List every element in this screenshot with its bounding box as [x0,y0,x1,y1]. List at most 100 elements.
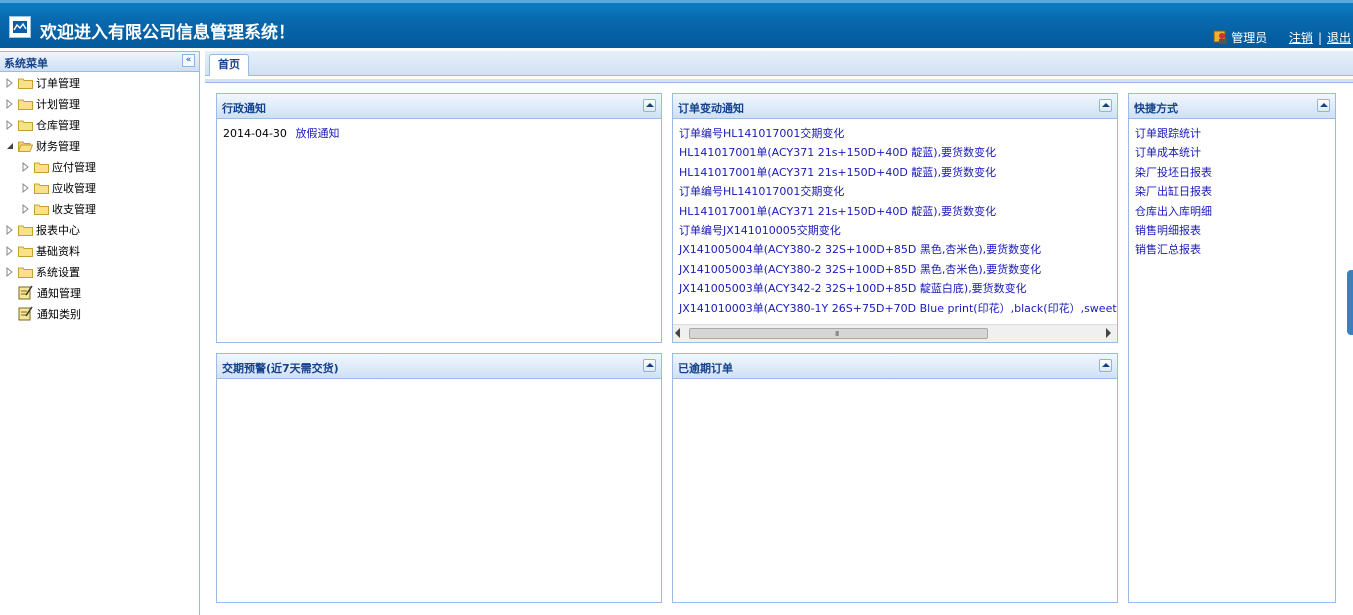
collapse-up-icon[interactable] [1317,99,1330,112]
scroll-right-arrow-icon[interactable] [1106,328,1111,338]
list-item[interactable]: JX141005003单(ACY342-2 32S+100D+85D 靛蓝白底)… [679,279,1117,298]
scrollbar-grip: III [835,330,839,338]
list-item[interactable]: 染厂出缸日报表 [1135,182,1335,201]
scroll-left-arrow-icon[interactable] [675,328,680,338]
shortcut-link[interactable]: 销售汇总报表 [1135,243,1201,256]
portlet-header: 已逾期订单 [673,354,1117,379]
collapse-up-icon[interactable] [1099,359,1112,372]
order-change-link[interactable]: 订单编号JX141010005交期变化 [679,224,841,237]
sidebar: 系统菜单 « 订单管理 计划管理 仓库管理 财务管理 应付管理 应收管理 收支管… [0,51,200,615]
exit-link[interactable]: 退出 [1327,31,1351,45]
collapse-arrow-icon[interactable] [5,141,15,151]
shortcut-link[interactable]: 销售明细报表 [1135,224,1201,237]
portlet-header: 行政通知 [217,94,661,119]
portlet-header: 订单变动通知 [673,94,1117,119]
list-item[interactable]: 订单成本统计 [1135,143,1335,162]
folder-icon [18,120,33,131]
list-item[interactable]: JX141010003单(ACY380-1Y 26S+75D+70D Blue … [679,299,1117,318]
list-item[interactable]: JX141005003单(ACY380-2 32S+100D+85D 黑色,杏米… [679,260,1117,279]
user-icon [1213,29,1229,48]
list-item[interactable]: 仓库出入库明细 [1135,202,1335,221]
order-change-link[interactable]: HL141017001单(ACY371 21s+150D+40D 靛蓝),要货数… [679,146,996,159]
order-change-link[interactable]: 订单编号HL141017001交期变化 [679,127,844,140]
tree-item-plan[interactable]: 计划管理 [0,93,199,114]
sidebar-header: 系统菜单 « [0,51,199,72]
portlet-overdue-orders: 已逾期订单 [672,353,1118,603]
tree-item-system-settings[interactable]: 系统设置 [0,261,199,282]
order-change-list: 订单编号HL141017001交期变化 HL141017001单(ACY371 … [673,119,1117,318]
folder-icon [18,246,33,257]
shortcut-link[interactable]: 染厂出缸日报表 [1135,185,1212,198]
expand-arrow-icon[interactable] [5,266,15,277]
current-user-label: 管理员 [1231,31,1268,45]
tree-item-finance[interactable]: 财务管理 [0,135,199,156]
menu-tree: 订单管理 计划管理 仓库管理 财务管理 应付管理 应收管理 收支管理 报表中心 … [0,72,199,324]
window-edge-handle[interactable] [1347,270,1353,335]
folder-icon [18,267,33,278]
tab-home[interactable]: 首页 [209,54,249,76]
list-item[interactable]: 销售明细报表 [1135,221,1335,240]
folder-icon [34,162,49,173]
expand-arrow-icon[interactable] [5,98,15,109]
header-user-area: 管理员 注销 | 退出 [1213,29,1351,48]
list-item: 2014-04-30 放假通知 [223,124,661,143]
portlet-title: 已逾期订单 [678,362,733,375]
logout-link[interactable]: 注销 [1289,31,1313,45]
order-change-link[interactable]: JX141005003单(ACY380-2 32S+100D+85D 黑色,杏米… [679,263,1041,276]
expand-arrow-icon[interactable] [5,119,15,130]
tree-item-notice-category[interactable]: 通知类别 [0,303,199,324]
tree-item-receivable[interactable]: 应收管理 [0,177,199,198]
expand-arrow-icon[interactable] [21,203,31,214]
tree-item-warehouse[interactable]: 仓库管理 [0,114,199,135]
list-item[interactable]: 订单跟踪统计 [1135,124,1335,143]
list-item[interactable]: 订单编号HL141017001交期变化 [679,182,1117,201]
list-item[interactable]: 销售汇总报表 [1135,240,1335,259]
list-item[interactable]: 订单编号JX141010005交期变化 [679,221,1117,240]
tree-item-reports[interactable]: 报表中心 [0,219,199,240]
expand-arrow-icon[interactable] [5,77,15,88]
tree-item-label: 仓库管理 [36,118,80,132]
tree-item-label: 订单管理 [36,76,80,90]
order-change-link[interactable]: HL141017001单(ACY371 21s+150D+40D 靛蓝),要货数… [679,205,996,218]
expand-arrow-icon[interactable] [5,224,15,235]
order-change-link[interactable]: 订单编号HL141017001交期变化 [679,185,844,198]
tree-item-order[interactable]: 订单管理 [0,72,199,93]
order-change-link[interactable]: JX141005003单(ACY342-2 32S+100D+85D 靛蓝白底)… [679,282,1027,295]
order-change-link[interactable]: HL141017001单(ACY371 21s+150D+40D 靛蓝),要货数… [679,166,996,179]
portlet-title: 行政通知 [222,102,266,115]
tree-item-basic-data[interactable]: 基础资料 [0,240,199,261]
portlet-order-change: 订单变动通知 订单编号HL141017001交期变化 HL141017001单(… [672,93,1118,343]
expand-arrow-icon[interactable] [5,245,15,256]
order-change-link[interactable]: JX141005004单(ACY380-2 32S+100D+85D 黑色,杏米… [679,243,1041,256]
app-title: 欢迎进入有限公司信息管理系统！ [40,23,295,43]
list-item[interactable]: 订单编号HL141017001交期变化 [679,124,1117,143]
shortcut-link[interactable]: 订单成本统计 [1135,146,1201,159]
shortcut-link[interactable]: 染厂投坯日报表 [1135,166,1212,179]
tree-item-payable[interactable]: 应付管理 [0,156,199,177]
shortcut-link[interactable]: 订单跟踪统计 [1135,127,1201,140]
tree-item-income-expense[interactable]: 收支管理 [0,198,199,219]
list-item[interactable]: HL141017001单(ACY371 21s+150D+40D 靛蓝),要货数… [679,163,1117,182]
portlet-delivery-warning: 交期预警(近7天需交货) [216,353,662,603]
shortcut-link[interactable]: 仓库出入库明细 [1135,205,1212,218]
tree-item-notice-management[interactable]: 通知管理 [0,282,199,303]
scrollbar-thumb[interactable]: III [689,328,988,339]
collapse-up-icon[interactable] [643,359,656,372]
tree-item-label: 系统设置 [36,265,80,279]
list-item[interactable]: JX141005004单(ACY380-2 32S+100D+85D 黑色,杏米… [679,240,1117,259]
list-item[interactable]: 染厂投坯日报表 [1135,163,1335,182]
notice-link[interactable]: 放假通知 [296,127,340,140]
folder-icon [18,225,33,236]
expand-arrow-icon[interactable] [21,161,31,172]
list-item[interactable]: HL141017001单(ACY371 21s+150D+40D 靛蓝),要货数… [679,143,1117,162]
portlet-header: 交期预警(近7天需交货) [217,354,661,379]
sidebar-collapse-button[interactable]: « [182,54,195,67]
expand-arrow-icon[interactable] [21,182,31,193]
order-change-link[interactable]: JX141010003单(ACY380-1Y 26S+75D+70D Blue … [679,302,1117,315]
horizontal-scrollbar[interactable]: III [673,324,1117,342]
shortcut-list: 订单跟踪统计 订单成本统计 染厂投坯日报表 染厂出缸日报表 仓库出入库明细 销售… [1129,119,1335,260]
collapse-up-icon[interactable] [1099,99,1112,112]
collapse-up-icon[interactable] [643,99,656,112]
header-separator: | [1317,31,1322,45]
list-item[interactable]: HL141017001单(ACY371 21s+150D+40D 靛蓝),要货数… [679,202,1117,221]
